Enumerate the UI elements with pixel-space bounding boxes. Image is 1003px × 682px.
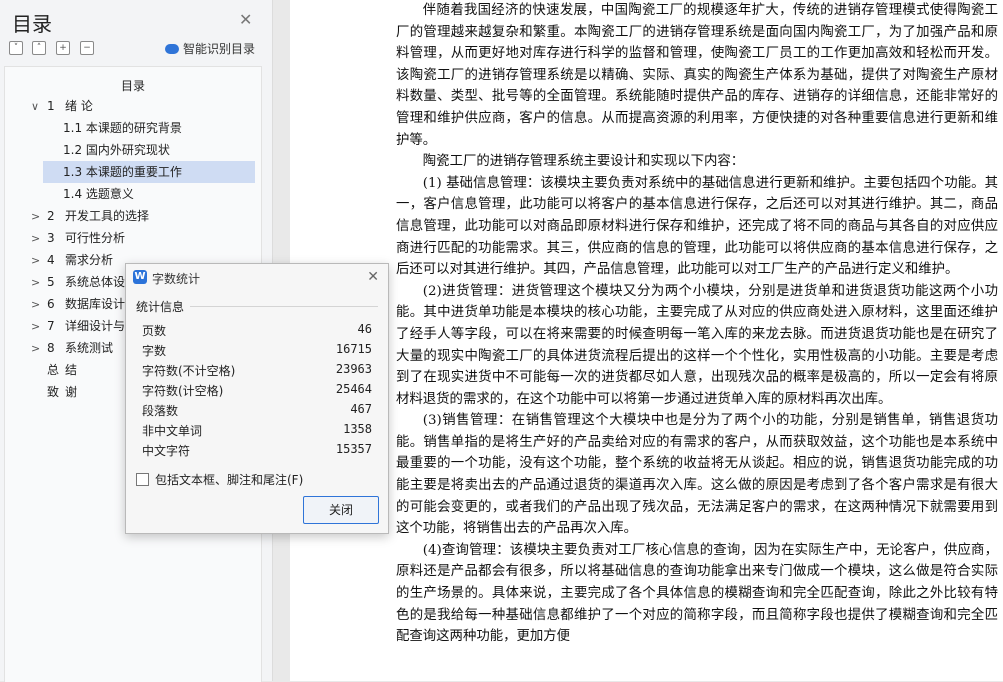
- document-page[interactable]: 伴随着我国经济的快速发展，中国陶瓷工厂的规模逐年扩大，传统的进销存管理模式使得陶…: [290, 0, 1003, 681]
- toc-item[interactable]: >7 详细设计与: [5, 315, 125, 337]
- chevron-right-icon[interactable]: >: [31, 294, 47, 316]
- toc-item-label: 谢: [65, 385, 78, 399]
- stat-label: 段落数: [142, 404, 179, 418]
- document-body[interactable]: 伴随着我国经济的快速发展，中国陶瓷工厂的规模逐年扩大，传统的进销存管理模式使得陶…: [396, 0, 998, 648]
- stat-value: 25464: [335, 382, 372, 396]
- smart-toc-label: 智能识别目录: [183, 42, 256, 56]
- stat-row: 非中文单词 1358: [142, 422, 372, 442]
- paragraph: (2)进货管理：进货管理这个模块又分为两个小模块，分别是进货单和进货退货功能这两…: [396, 283, 998, 407]
- toc-item-number: 致: [47, 385, 60, 399]
- toc-item-number: 5: [47, 275, 55, 289]
- toc-item[interactable]: ∨ 1 绪 论: [5, 95, 93, 117]
- toc-item-label: 1.2 国内外研究现状: [63, 143, 170, 157]
- toc-item-number: 7: [47, 319, 55, 333]
- toc-item-number: 8: [47, 341, 55, 355]
- stat-value: 15357: [335, 442, 372, 456]
- stat-label: 非中文单词: [142, 424, 203, 438]
- toc-item[interactable]: 1.4 选题意义: [43, 183, 134, 205]
- checkbox-icon[interactable]: [136, 473, 149, 486]
- paragraph: 陶瓷工厂的进销存管理系统主要设计和实现以下内容：: [422, 154, 745, 170]
- chevron-right-icon[interactable]: >: [31, 228, 47, 250]
- toc-item[interactable]: >4 需求分析: [5, 249, 113, 271]
- chevron-down-icon[interactable]: ∨: [31, 96, 47, 118]
- stat-value: 23963: [335, 362, 372, 376]
- stat-value: 46: [357, 322, 372, 336]
- chevron-right-icon[interactable]: >: [31, 272, 47, 294]
- toc-item-label: 数据库设计: [65, 297, 126, 311]
- chevron-right-icon[interactable]: >: [31, 206, 47, 228]
- toc-item[interactable]: 1.1 本课题的研究背景: [43, 117, 182, 139]
- stat-label: 页数: [142, 324, 167, 338]
- toc-item-number: 1: [47, 99, 55, 113]
- toc-item-label: 需求分析: [65, 253, 114, 267]
- toc-item-label: 结: [65, 363, 78, 377]
- toc-item[interactable]: >8 系统测试: [5, 337, 113, 359]
- add-icon[interactable]: +: [56, 41, 70, 55]
- toc-item-label: 绪 论: [65, 99, 93, 113]
- stat-label: 字数: [142, 344, 167, 358]
- paragraph: (4)查询管理：该模块主要负责对工厂核心信息的查询，因为在实际生产中，无论客户，…: [396, 542, 998, 645]
- toc-item-number: 4: [47, 253, 55, 267]
- stat-value: 16715: [335, 342, 372, 356]
- stat-row: 字符数(不计空格) 23963: [142, 362, 372, 382]
- toc-item-label: 系统测试: [65, 341, 114, 355]
- toc-item-label: 开发工具的选择: [65, 209, 150, 223]
- dialog-titlebar[interactable]: W 字数统计 ✕: [126, 264, 388, 292]
- word-count-dialog: W 字数统计 ✕ 统计信息 页数 46 字数 16715 字符数(不计空格) 2…: [125, 263, 389, 534]
- toc-item-label: 可行性分析: [65, 231, 126, 245]
- chevron-right-icon[interactable]: >: [31, 338, 47, 360]
- collapse-all-icon[interactable]: ˅: [9, 41, 23, 55]
- remove-icon[interactable]: −: [80, 41, 94, 55]
- checkbox-label: 包括文本框、脚注和尾注(F): [155, 473, 304, 487]
- stat-row: 字符数(计空格) 25464: [142, 382, 372, 402]
- stat-row: 字数 16715: [142, 342, 372, 362]
- expand-all-icon[interactable]: ˄: [32, 41, 46, 55]
- chevron-right-icon[interactable]: >: [31, 316, 47, 338]
- smart-recognition-icon: [165, 43, 179, 54]
- toc-item[interactable]: 致谢: [5, 381, 77, 403]
- paragraph: 伴随着我国经济的快速发展，中国陶瓷工厂的规模逐年扩大，传统的进销存管理模式使得陶…: [396, 3, 998, 148]
- toc-item-label: 1.4 选题意义: [63, 187, 134, 201]
- paragraph: (1) 基础信息管理：该模块主要负责对系统中的基础信息进行更新和维护。主要包括四…: [396, 175, 998, 278]
- toc-item-label: 详细设计与: [65, 319, 126, 333]
- wps-writer-icon: W: [133, 270, 147, 284]
- close-icon[interactable]: ✕: [367, 269, 379, 285]
- toc-item[interactable]: 1.2 国内外研究现状: [43, 139, 170, 161]
- toc-item-number: 总: [47, 363, 60, 377]
- include-textbox-footnote-checkbox[interactable]: 包括文本框、脚注和尾注(F): [136, 471, 303, 488]
- toc-item-label: 系统总体设: [65, 275, 126, 289]
- paragraph: (3)销售管理：在销售管理这个大模块中也是分为了两个小的功能，分别是销售单，销售…: [396, 413, 998, 537]
- toc-item[interactable]: >5 系统总体设: [5, 271, 125, 293]
- divider: [190, 306, 378, 307]
- toc-item-label: 1.3 本课题的重要工作: [63, 165, 182, 179]
- toc-item[interactable]: 1.3 本课题的重要工作: [43, 161, 255, 183]
- smart-toc-button[interactable]: 智能识别目录: [165, 40, 255, 57]
- stat-label: 字符数(不计空格): [142, 364, 236, 378]
- toc-item[interactable]: >2 开发工具的选择: [5, 205, 149, 227]
- toc-item-number: 2: [47, 209, 55, 223]
- stat-row: 段落数 467: [142, 402, 372, 422]
- stat-label: 字符数(计空格): [142, 384, 224, 398]
- toc-item-label: 1.1 本课题的研究背景: [63, 121, 182, 135]
- stat-row: 中文字符 15357: [142, 442, 372, 462]
- toc-item[interactable]: >3 可行性分析: [5, 227, 125, 249]
- toc-item-number: 3: [47, 231, 55, 245]
- chevron-right-icon[interactable]: >: [31, 250, 47, 272]
- toc-item[interactable]: 总结: [5, 359, 77, 381]
- stats-group-label: 统计信息: [136, 300, 185, 314]
- stat-value: 467: [350, 402, 372, 416]
- dialog-title: 字数统计: [152, 272, 201, 286]
- stat-label: 中文字符: [142, 444, 191, 458]
- toc-item-number: 6: [47, 297, 55, 311]
- close-icon[interactable]: ✕: [239, 10, 252, 29]
- close-button[interactable]: 关闭: [303, 496, 379, 524]
- toc-pane-title: 目录: [12, 12, 52, 36]
- toc-item[interactable]: >6 数据库设计: [5, 293, 125, 315]
- stat-value: 1358: [343, 422, 372, 436]
- stat-row: 页数 46: [142, 322, 372, 342]
- toc-heading: 目录: [120, 79, 145, 93]
